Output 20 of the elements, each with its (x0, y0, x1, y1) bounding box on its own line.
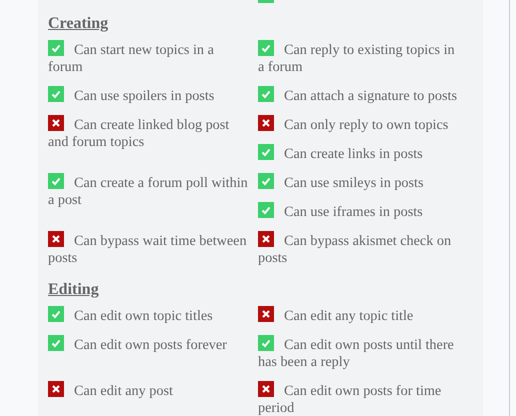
permission-label: Can edit own posts until there has been a reply (258, 337, 454, 370)
permission-label: Can edit own posts for time period (258, 383, 442, 416)
permission-label: Can edit any topic title (284, 308, 414, 324)
section-heading: Editing (48, 281, 100, 299)
permission-label: Can use spoilers in posts (74, 88, 214, 104)
permission-label: Can attach a signature to posts (284, 88, 457, 104)
permission-label: Can bypass akismet check on posts (258, 233, 452, 266)
section-heading: Creating (48, 15, 110, 33)
permission-label: Can use smileys in posts (284, 175, 424, 191)
permission-label: Can only reply to own topics (284, 117, 448, 133)
permission-label: Can start new topics in a forum (48, 42, 214, 75)
permission-label: Can edit own posts forever (74, 337, 227, 353)
permission-label: Can create links in posts (284, 146, 423, 162)
permission-label: Can use iframes in posts (284, 204, 423, 220)
permission-label: Can reply to existing topics in a forum (258, 42, 455, 75)
permission-label: Can edit any post (74, 383, 173, 399)
permission-label: Can create a forum poll within a post (48, 175, 248, 208)
permission-label: Can bypass wait time between posts (48, 233, 247, 266)
permission-label: Can edit own topic titles (74, 308, 213, 324)
permission-label: Can create linked blog post and forum topics (48, 117, 230, 150)
